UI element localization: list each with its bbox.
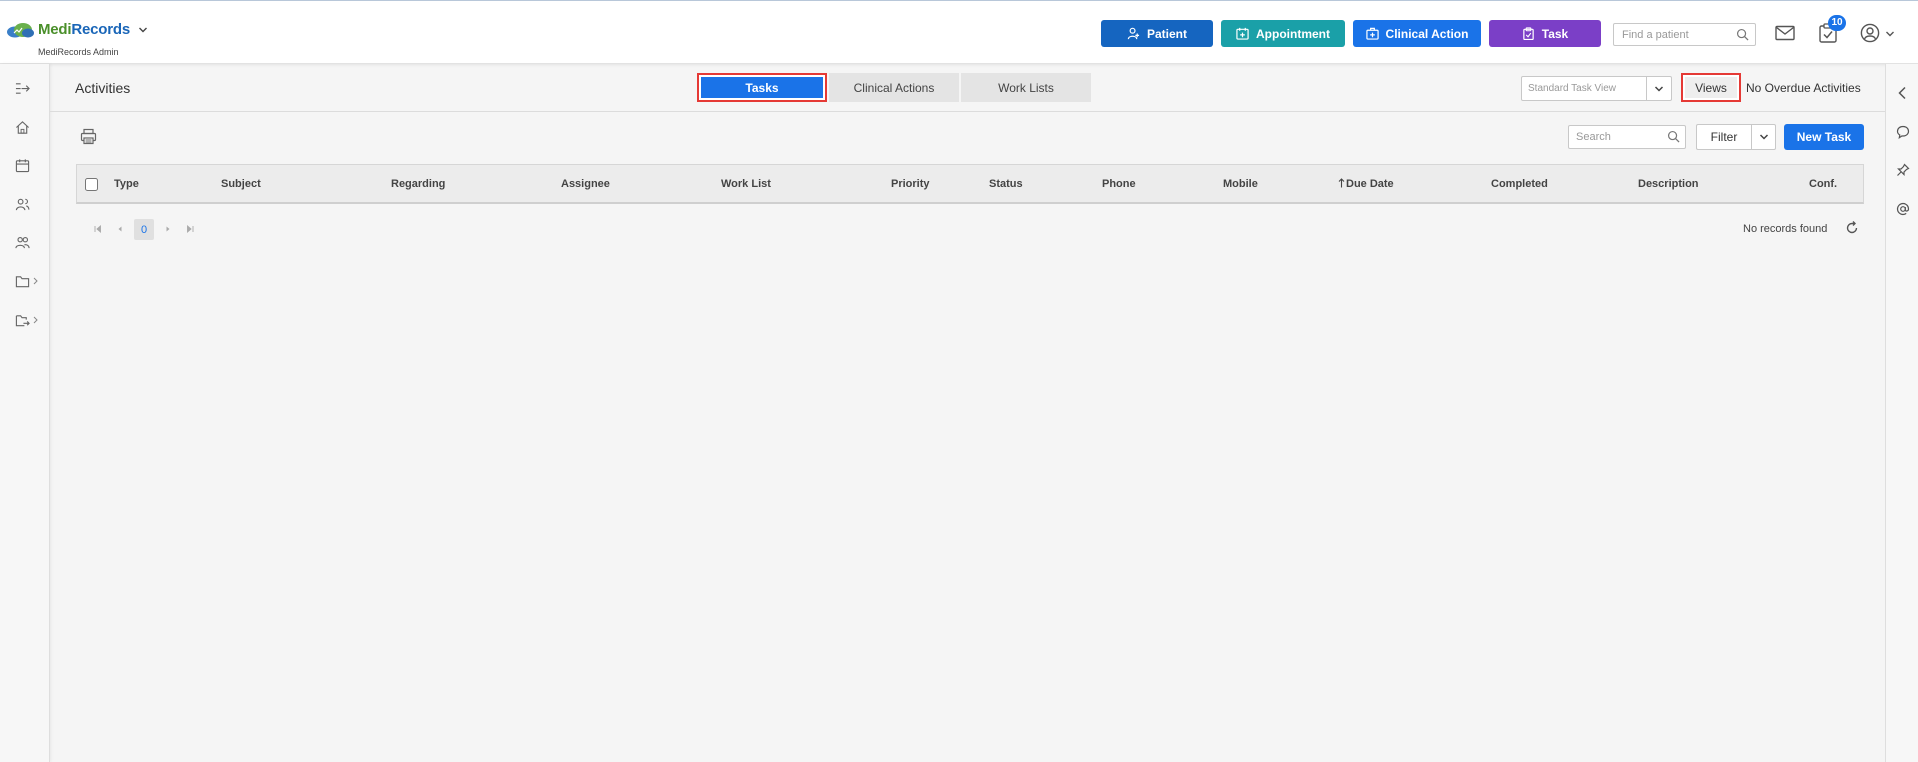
- grid-header: Type Subject Regarding Assignee Work Lis…: [76, 164, 1864, 204]
- page-title: Activities: [75, 80, 131, 96]
- column-header-status[interactable]: Status: [989, 178, 1023, 190]
- mail-icon[interactable]: [1775, 25, 1795, 41]
- filter-dropdown-toggle[interactable]: [1751, 124, 1776, 150]
- filter-button[interactable]: Filter: [1696, 124, 1751, 150]
- sidebar-item-home[interactable]: [15, 118, 41, 136]
- top-header: MediRecords MediRecords Admin Patient Ap…: [0, 0, 1918, 64]
- overdue-status: No Overdue Activities: [1746, 81, 1861, 95]
- right-sidebar: [1885, 64, 1918, 762]
- view-select[interactable]: Standard Task View: [1521, 76, 1672, 101]
- refresh-icon[interactable]: [1845, 221, 1859, 235]
- appointment-button-label: Appointment: [1256, 26, 1330, 41]
- sidebar-item-expand[interactable]: [15, 79, 41, 97]
- search-icon[interactable]: [1736, 28, 1749, 41]
- header-divider: [50, 111, 1885, 112]
- column-header-phone[interactable]: Phone: [1102, 178, 1136, 190]
- folder-icon: [15, 275, 30, 287]
- left-sidebar: [0, 64, 50, 762]
- tab-clinical-actions[interactable]: Clinical Actions: [829, 73, 959, 102]
- medical-bag-icon: [1365, 27, 1379, 40]
- sidebar-item-calendar[interactable]: [15, 156, 41, 174]
- view-select-toggle[interactable]: [1646, 77, 1671, 100]
- user-avatar-icon[interactable]: [1860, 23, 1880, 43]
- no-records-message: No records found: [1743, 223, 1828, 235]
- patient-button[interactable]: Patient: [1101, 20, 1213, 47]
- column-header-subject[interactable]: Subject: [221, 178, 261, 190]
- task-button[interactable]: Task: [1489, 20, 1601, 47]
- chevron-right-icon: [33, 277, 38, 285]
- chevron-down-icon: [1759, 134, 1768, 140]
- expand-sidebar-icon: [15, 82, 30, 94]
- last-page-button[interactable]: [182, 219, 198, 239]
- sidebar-item-folder-export[interactable]: [15, 311, 41, 329]
- cloud-logo-icon: [7, 22, 34, 37]
- column-header-due-date-label: Due Date: [1346, 178, 1394, 190]
- previous-page-icon: [118, 226, 122, 232]
- column-header-assignee[interactable]: Assignee: [561, 178, 610, 190]
- folder-export-icon: [15, 314, 30, 326]
- column-header-description[interactable]: Description: [1638, 178, 1699, 190]
- sidebar-item-users[interactable]: [15, 233, 41, 251]
- chevron-down-icon[interactable]: [138, 25, 148, 35]
- sidebar-item-patients[interactable]: [15, 195, 41, 213]
- grid-search-input[interactable]: [1574, 126, 1670, 148]
- home-icon: [16, 120, 29, 134]
- chevron-down-icon: [1654, 85, 1664, 92]
- column-header-completed[interactable]: Completed: [1491, 178, 1548, 190]
- tab-tasks[interactable]: Tasks: [697, 73, 827, 102]
- column-header-regarding[interactable]: Regarding: [391, 178, 445, 190]
- calendar-plus-icon: [1236, 27, 1249, 40]
- last-page-icon: [187, 225, 194, 233]
- sidebar-item-folder[interactable]: [15, 272, 41, 290]
- at-sign-icon[interactable]: [1896, 202, 1910, 216]
- current-page-number[interactable]: 0: [134, 219, 154, 240]
- brand-subtitle: MediRecords Admin: [38, 47, 119, 57]
- pin-icon[interactable]: [1896, 163, 1910, 177]
- task-button-label: Task: [1541, 26, 1569, 41]
- add-user-icon: [1127, 27, 1140, 40]
- column-header-type[interactable]: Type: [114, 178, 139, 190]
- view-select-value: Standard Task View: [1528, 83, 1617, 94]
- app-logo[interactable]: MediRecords: [6, 21, 148, 38]
- user-menu-chevron-icon[interactable]: [1885, 29, 1895, 39]
- first-page-icon: [94, 225, 101, 233]
- column-header-due-date[interactable]: Due Date: [1338, 178, 1394, 190]
- first-page-button[interactable]: [90, 219, 106, 239]
- collapse-left-icon[interactable]: [1896, 86, 1910, 100]
- patients-icon: [15, 198, 30, 210]
- clinical-action-button[interactable]: Clinical Action: [1353, 20, 1481, 47]
- patient-button-label: Patient: [1146, 26, 1187, 41]
- previous-page-button[interactable]: [112, 219, 128, 239]
- next-page-icon: [166, 226, 170, 232]
- brand-name-part1: Medi: [38, 21, 72, 38]
- calendar-icon: [15, 158, 30, 172]
- appointment-button[interactable]: Appointment: [1221, 20, 1345, 47]
- brand-name-part2: Records: [71, 21, 130, 38]
- views-button[interactable]: Views: [1681, 73, 1741, 102]
- grid-search-box: [1568, 125, 1686, 149]
- tasks-count-badge: 10: [1828, 15, 1846, 31]
- column-header-conf[interactable]: Conf.: [1809, 178, 1837, 190]
- users-icon: [15, 236, 30, 248]
- sort-ascending-icon: [1338, 178, 1345, 188]
- column-header-priority[interactable]: Priority: [891, 178, 930, 190]
- new-task-button[interactable]: New Task: [1784, 124, 1864, 150]
- search-icon[interactable]: [1667, 130, 1680, 143]
- clipboard-icon: [1523, 27, 1534, 40]
- find-patient-box: [1613, 23, 1756, 46]
- clinical-action-button-label: Clinical Action: [1385, 26, 1469, 41]
- find-patient-input[interactable]: [1620, 24, 1742, 46]
- next-page-button[interactable]: [160, 219, 176, 239]
- select-all-checkbox[interactable]: [85, 178, 98, 191]
- chevron-right-icon: [33, 316, 38, 324]
- column-header-work-list[interactable]: Work List: [721, 178, 771, 190]
- tab-work-lists[interactable]: Work Lists: [961, 73, 1091, 102]
- brand-name: MediRecords: [38, 21, 130, 38]
- chat-icon[interactable]: [1896, 125, 1910, 139]
- column-header-mobile[interactable]: Mobile: [1223, 178, 1258, 190]
- print-icon[interactable]: [80, 128, 97, 145]
